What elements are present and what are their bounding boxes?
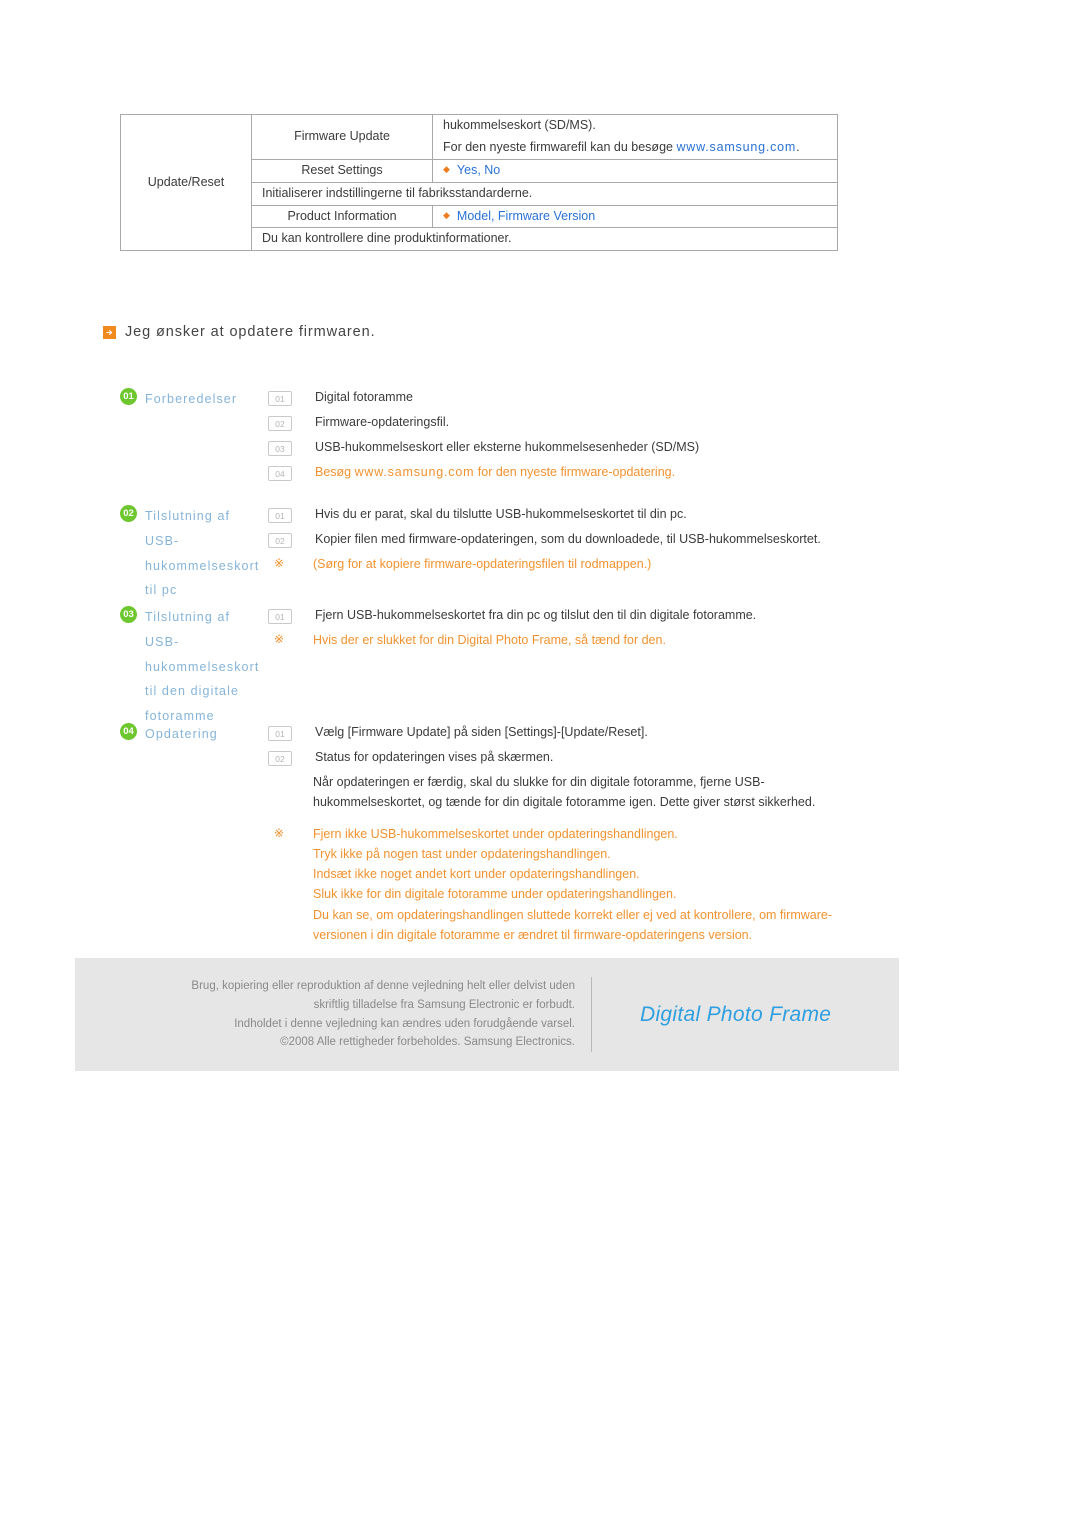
procedure-label: Opdatering xyxy=(145,727,218,741)
procedure-label-column: 04 Opdatering xyxy=(120,721,268,747)
step-text-prefix: Besøg xyxy=(315,465,355,479)
step-number: 01 xyxy=(268,508,292,523)
table-cell-description: Initialiserer indstillingerne til fabrik… xyxy=(251,181,838,206)
list-item: 04 Besøg www.samsung.com for den nyeste … xyxy=(268,462,1020,487)
page-title: Jeg ønsker at opdatere firmwaren. xyxy=(125,324,376,340)
list-item: 01 Digital fotoramme xyxy=(268,387,1020,412)
procedure-label-column: 01 Forberedelser xyxy=(120,386,268,412)
table-cell-setting-name: Firmware Update xyxy=(251,114,433,160)
table-cell-description: Du kan kontrollere dine produktinformati… xyxy=(251,227,838,252)
table-cell-setting-name: Product Information xyxy=(251,204,433,229)
step-text: Firmware-opdateringsfil. xyxy=(315,415,450,429)
list-item: ※ Hvis der er slukket for din Digital Ph… xyxy=(268,630,1020,655)
samsung-url-link[interactable]: www.samsung.com xyxy=(676,140,796,154)
table-cell-setting-value: ◆ Model, Firmware Version xyxy=(432,204,838,229)
reference-mark-icon: ※ xyxy=(273,825,285,840)
step-text-suffix: for den nyeste firmware-opdatering. xyxy=(474,465,676,479)
settings-table: Update/Reset Firmware Update hukommelses… xyxy=(120,113,838,252)
procedure-badge: 04 xyxy=(120,723,137,740)
arrow-right-icon xyxy=(103,325,116,339)
step-text: Vælg [Firmware Update] på siden [Setting… xyxy=(315,725,648,739)
procedure-label: Tilslutning af USB-hukommelseskort til d… xyxy=(145,610,260,723)
table-cell-setting-value: hukommelseskort (SD/MS). For den nyeste … xyxy=(432,114,838,160)
footer-copyright: Brug, kopiering eller reproduktion af de… xyxy=(75,977,592,1052)
footer-copyright-line: Brug, kopiering eller reproduktion af de… xyxy=(191,980,575,993)
footer-brand-logo: Digital Photo Frame xyxy=(640,1002,832,1026)
value-line-1: hukommelseskort (SD/MS). xyxy=(443,118,596,132)
table-row: Update/Reset Firmware Update hukommelses… xyxy=(120,113,838,252)
procedure-steps: 01 Digital fotoramme 02 Firmware-opdater… xyxy=(268,386,1020,487)
diamond-bullet-icon: ◆ xyxy=(443,163,450,174)
step-continuation-line: Når opdateringen er færdig, skal du sluk… xyxy=(313,775,765,789)
step-text: Hvis du er parat, skal du tilslutte USB-… xyxy=(315,507,687,521)
setting-options: Yes, No xyxy=(456,162,501,177)
procedure-block-03: 03 Tilslutning af USB-hukommelseskort ti… xyxy=(120,604,1020,729)
step-text: Besøg www.samsung.com for den nyeste fir… xyxy=(315,462,675,482)
list-item: 03 USB-hukommelseskort eller eksterne hu… xyxy=(268,437,1020,462)
value-line-2-suffix: . xyxy=(796,139,800,154)
procedure-block-02: 02 Tilslutning af USB-hukommelseskort ti… xyxy=(120,503,1020,603)
value-line-2-prefix: For den nyeste firmwarefil kan du besøge xyxy=(443,139,677,154)
footer-copyright-line: ©2008 Alle rettigheder forbeholdes. Sams… xyxy=(280,1036,575,1049)
warning-block: ※ Fjern ikke USB-hukommelseskortet under… xyxy=(268,824,1020,946)
list-item: 02 Kopier filen med firmware-opdateringe… xyxy=(268,529,1020,554)
warning-line: versionen i din digitale fotoramme er æn… xyxy=(313,927,753,942)
step-number: 02 xyxy=(268,533,292,548)
step-number: 01 xyxy=(268,391,292,406)
step-text: (Sørg for at kopiere firmware-opdatering… xyxy=(313,557,652,571)
procedure-steps: 01 Fjern USB-hukommelseskortet fra din p… xyxy=(268,604,1020,655)
step-number: 04 xyxy=(268,466,292,481)
step-number: 03 xyxy=(268,441,292,456)
procedure-label: Forberedelser xyxy=(145,392,238,406)
warning-line: Sluk ikke for din digitale fotoramme und… xyxy=(313,887,677,902)
diamond-bullet-icon: ◆ xyxy=(443,209,450,220)
step-number: 02 xyxy=(268,751,292,766)
list-item: 01 Hvis du er parat, skal du tilslutte U… xyxy=(268,504,1020,529)
step-number: 01 xyxy=(268,726,292,741)
list-item: 02 Firmware-opdateringsfil. xyxy=(268,412,1020,437)
footer-copyright-line: Indholdet i denne vejledning kan ændres … xyxy=(234,1017,575,1030)
step-text: Digital fotoramme xyxy=(315,390,413,404)
samsung-url-link[interactable]: www.samsung.com xyxy=(355,465,475,479)
procedure-label: Tilslutning af USB-hukommelseskort til p… xyxy=(145,509,260,598)
procedure-badge: 01 xyxy=(120,388,137,405)
table-cell-setting-value: ◆ Yes, No xyxy=(432,158,838,183)
list-item: 01 Fjern USB-hukommelseskortet fra din p… xyxy=(268,605,1020,630)
warning-line: Fjern ikke USB-hukommelseskortet under o… xyxy=(313,826,678,841)
section-heading: Jeg ønsker at opdatere firmwaren. xyxy=(103,324,376,340)
warning-line: Du kan se, om opdateringshandlingen slut… xyxy=(313,907,833,922)
step-text: Fjern USB-hukommelseskortet fra din pc o… xyxy=(315,608,757,622)
setting-options: Model, Firmware Version xyxy=(456,208,596,223)
step-text: Status for opdateringen vises på skærmen… xyxy=(315,750,554,764)
warning-lines: Fjern ikke USB-hukommelseskortet under o… xyxy=(313,824,832,946)
step-number: 01 xyxy=(268,609,292,624)
step-continuation-line: hukommelseskortet, og tænde for din digi… xyxy=(313,795,816,810)
table-cell-setting-name: Reset Settings xyxy=(251,158,433,183)
procedure-steps: 01 Hvis du er parat, skal du tilslutte U… xyxy=(268,503,1020,579)
value-line-2: For den nyeste firmwarefil kan du besøge… xyxy=(443,137,827,159)
procedure-steps: 01 Vælg [Firmware Update] på siden [Sett… xyxy=(268,721,1020,945)
procedure-label-column: 03 Tilslutning af USB-hukommelseskort ti… xyxy=(120,604,268,729)
procedure-label-column: 02 Tilslutning af USB-hukommelseskort ti… xyxy=(120,503,268,603)
list-item: 02 Status for opdateringen vises på skær… xyxy=(268,747,1020,772)
page-footer: Brug, kopiering eller reproduktion af de… xyxy=(75,958,899,1071)
procedure-block-01: 01 Forberedelser 01 Digital fotoramme 02… xyxy=(120,386,1020,487)
step-text: Kopier filen med firmware-opdateringen, … xyxy=(315,532,821,546)
reference-mark-icon: ※ xyxy=(273,556,285,570)
procedure-badge: 03 xyxy=(120,606,137,623)
warning-line: Tryk ikke på nogen tast under opdatering… xyxy=(313,846,611,861)
list-item: ※ (Sørg for at kopiere firmware-opdateri… xyxy=(268,554,1020,579)
reference-mark-icon: ※ xyxy=(273,632,285,646)
procedure-block-04: 04 Opdatering 01 Vælg [Firmware Update] … xyxy=(120,721,1020,945)
list-item: 01 Vælg [Firmware Update] på siden [Sett… xyxy=(268,722,1020,747)
footer-copyright-line: skriftlig tilladelse fra Samsung Electro… xyxy=(313,998,575,1011)
procedure-badge: 02 xyxy=(120,505,137,522)
step-text: Hvis der er slukket for din Digital Phot… xyxy=(313,633,666,647)
step-number: 02 xyxy=(268,416,292,431)
warning-line: Indsæt ikke noget andet kort under opdat… xyxy=(313,867,640,881)
step-text: USB-hukommelseskort eller eksterne hukom… xyxy=(315,440,700,454)
table-cell-group-label: Update/Reset xyxy=(120,113,252,252)
